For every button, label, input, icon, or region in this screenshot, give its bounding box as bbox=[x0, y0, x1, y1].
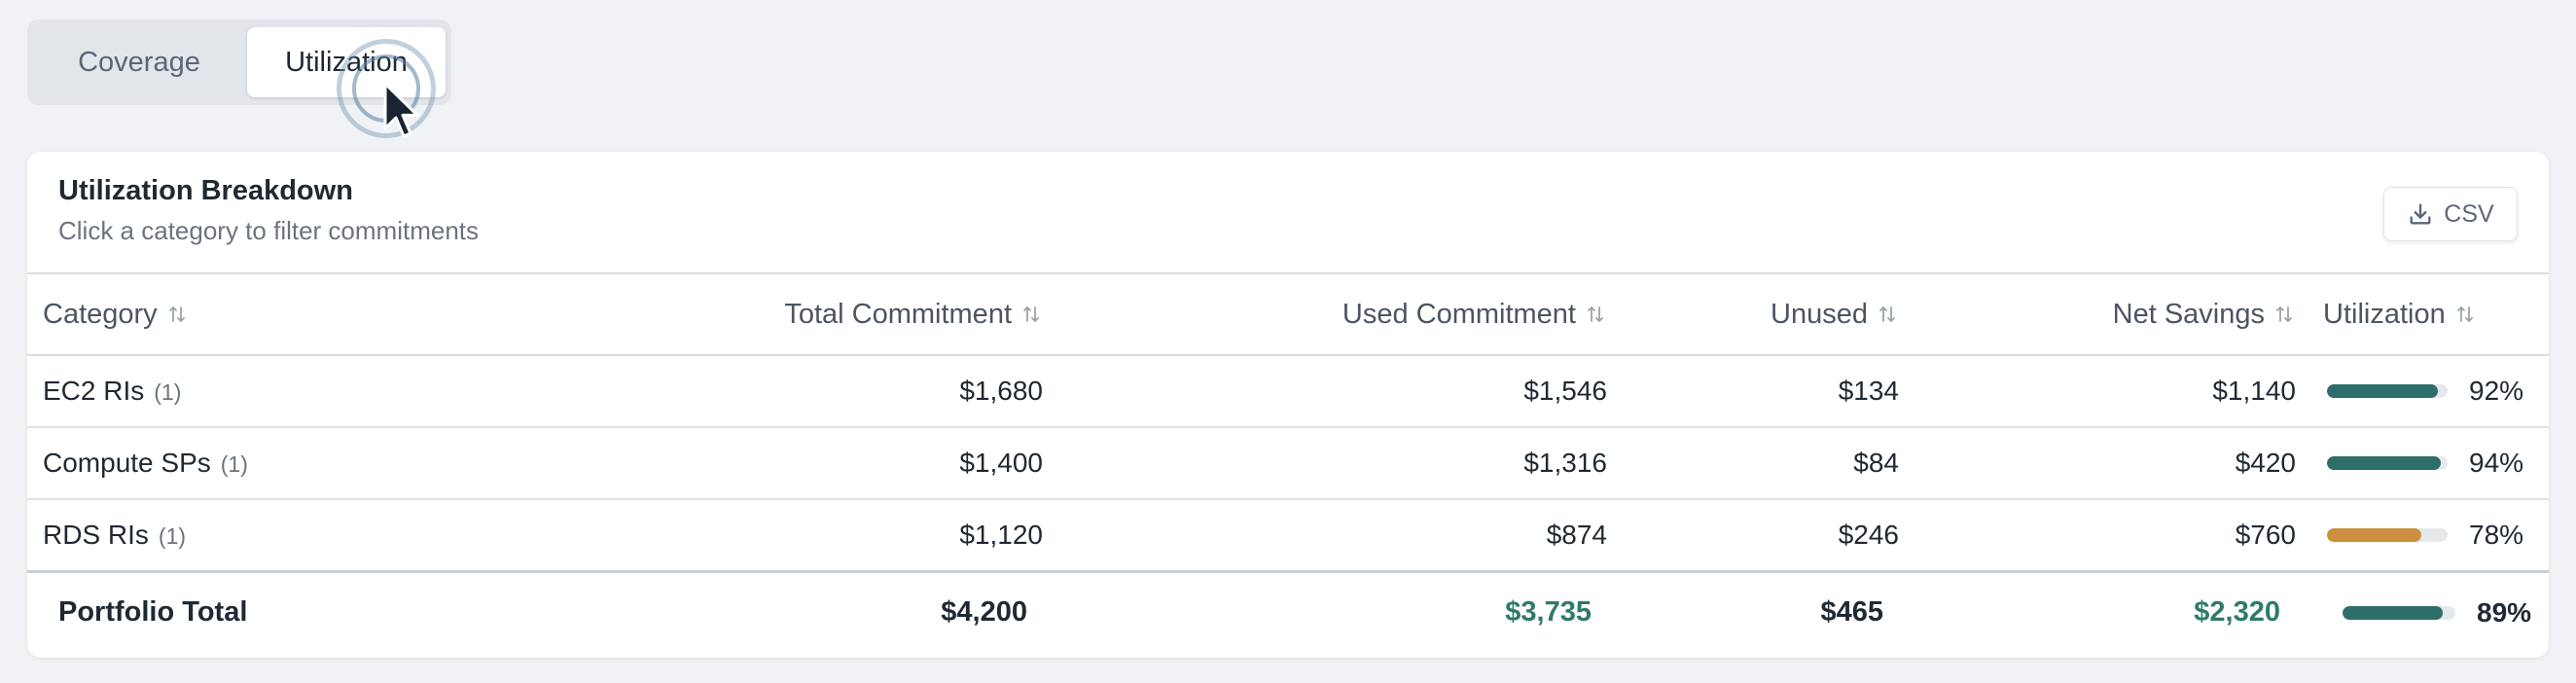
csv-export-button[interactable]: CSV bbox=[2383, 187, 2518, 241]
header-category[interactable]: Category bbox=[27, 273, 377, 355]
tab-utilization[interactable]: Utilization bbox=[246, 27, 446, 97]
table-row[interactable]: EC2 RIs (1) $1,680 $1,546 $134 $1,140 92% bbox=[27, 355, 2549, 427]
utilization-bar-fill bbox=[2327, 456, 2441, 470]
category-cell: EC2 RIs (1) bbox=[27, 355, 377, 427]
table-row[interactable]: RDS RIs (1) $1,120 $874 $246 $760 78% bbox=[27, 499, 2549, 571]
utilization-bar bbox=[2327, 456, 2448, 470]
footer-unused: $465 bbox=[1820, 596, 1883, 629]
tab-coverage[interactable]: Coverage bbox=[33, 27, 245, 97]
sort-icon bbox=[1879, 306, 1895, 323]
used-commitment-cell: $874 bbox=[1546, 519, 1607, 550]
csv-button-label: CSV bbox=[2444, 199, 2494, 228]
total-commitment-cell: $1,680 bbox=[959, 376, 1043, 406]
footer-used-commitment: $3,735 bbox=[1505, 596, 1592, 629]
header-net-savings[interactable]: Net Savings bbox=[1899, 273, 2296, 355]
header-total-commitment[interactable]: Total Commitment bbox=[377, 273, 1043, 355]
category-cell: Compute SPs (1) bbox=[27, 427, 377, 499]
header-label: Utilization bbox=[2323, 298, 2446, 330]
net-savings-cell: $760 bbox=[2235, 519, 2296, 550]
utilization-percent: 89% bbox=[2477, 596, 2532, 628]
category-count: (1) bbox=[220, 451, 248, 477]
net-savings-cell: $1,140 bbox=[2212, 376, 2296, 406]
used-commitment-cell: $1,316 bbox=[1523, 448, 1607, 478]
header-label: Unused bbox=[1771, 298, 1868, 330]
header-unused[interactable]: Unused bbox=[1607, 273, 1899, 355]
utilization-bar bbox=[2343, 605, 2455, 620]
sort-icon bbox=[1588, 306, 1603, 323]
sort-icon bbox=[168, 306, 185, 323]
utilization-table: Category Total Commitment Used Commitmen… bbox=[27, 272, 2549, 653]
sort-icon bbox=[2276, 306, 2292, 323]
utilization-cell: 92% bbox=[2296, 355, 2549, 427]
table-header-row: Category Total Commitment Used Commitmen… bbox=[27, 273, 2549, 355]
total-commitment-cell: $1,400 bbox=[959, 448, 1043, 478]
download-icon bbox=[2410, 203, 2431, 225]
used-commitment-cell: $1,546 bbox=[1523, 376, 1607, 406]
header-used-commitment[interactable]: Used Commitment bbox=[1043, 273, 1607, 355]
unused-cell: $84 bbox=[1853, 448, 1899, 478]
utilization-bar bbox=[2327, 384, 2448, 398]
unused-cell: $134 bbox=[1838, 376, 1899, 406]
portfolio-total-row: Portfolio Total $4,200 $3,735 $465 $2,32… bbox=[27, 571, 2549, 653]
utilization-bar bbox=[2327, 527, 2448, 542]
card-subtitle: Click a category to filter commitments bbox=[58, 216, 480, 245]
category-name: Compute SPs bbox=[43, 448, 211, 478]
footer-label: Portfolio Total bbox=[58, 596, 248, 629]
utilization-cell: 78% bbox=[2296, 499, 2549, 571]
sort-icon bbox=[1023, 306, 1039, 323]
footer-total-commitment: $4,200 bbox=[941, 596, 1027, 629]
utilization-cell: 94% bbox=[2296, 427, 2549, 499]
net-savings-cell: $420 bbox=[2235, 448, 2296, 478]
category-count: (1) bbox=[158, 522, 187, 549]
category-count: (1) bbox=[154, 379, 182, 405]
utilization-bar-fill bbox=[2327, 527, 2421, 542]
utilization-bar-fill bbox=[2327, 384, 2439, 398]
utilization-percent: 78% bbox=[2469, 519, 2524, 550]
card-title: Utilization Breakdown bbox=[58, 175, 353, 206]
header-label: Total Commitment bbox=[784, 298, 1012, 330]
footer-utilization: 89% bbox=[2296, 571, 2549, 653]
view-tabs: Coverage Utilization bbox=[27, 19, 451, 105]
category-name: EC2 RIs bbox=[43, 376, 145, 406]
unused-cell: $246 bbox=[1838, 519, 1899, 550]
category-cell: RDS RIs (1) bbox=[27, 499, 377, 571]
header-utilization[interactable]: Utilization bbox=[2296, 273, 2549, 355]
header-label: Net Savings bbox=[2112, 298, 2265, 330]
header-label: Used Commitment bbox=[1342, 298, 1576, 330]
utilization-bar-fill bbox=[2343, 605, 2444, 620]
table-row[interactable]: Compute SPs (1) $1,400 $1,316 $84 $420 94… bbox=[27, 427, 2549, 499]
sort-icon bbox=[2456, 306, 2473, 323]
header-label: Category bbox=[43, 298, 158, 330]
footer-net-savings: $2,320 bbox=[2194, 596, 2280, 629]
utilization-percent: 94% bbox=[2469, 448, 2524, 478]
utilization-breakdown-card: Utilization Breakdown Click a category t… bbox=[27, 152, 2549, 658]
category-name: RDS RIs bbox=[43, 519, 149, 550]
utilization-percent: 92% bbox=[2469, 376, 2524, 406]
total-commitment-cell: $1,120 bbox=[959, 519, 1043, 550]
